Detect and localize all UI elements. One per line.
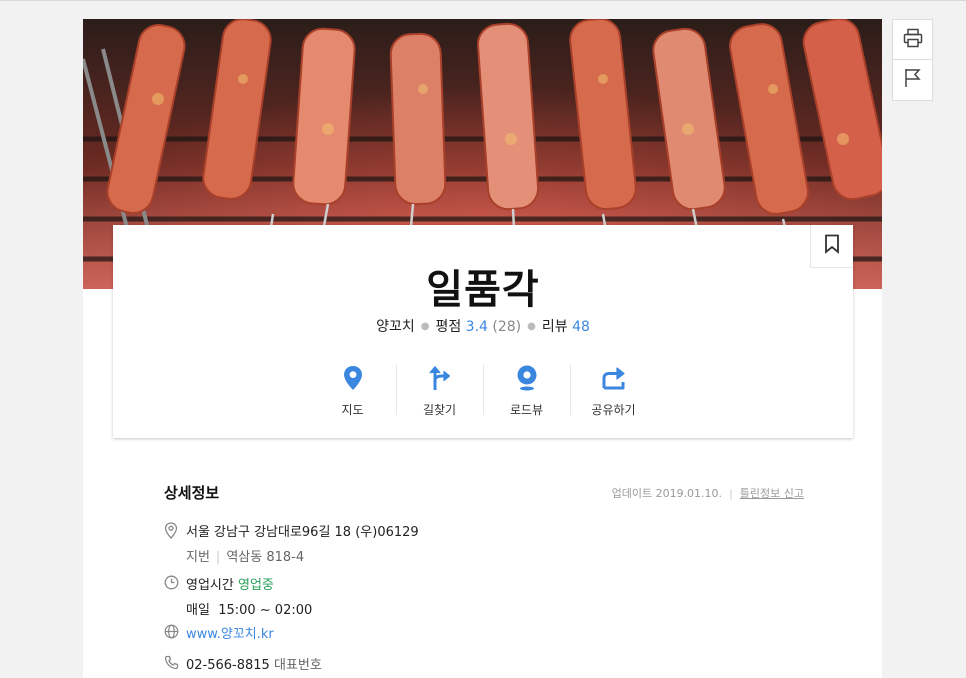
- detail-title: 상세정보: [164, 484, 220, 502]
- print-button[interactable]: [892, 19, 933, 60]
- rating-value[interactable]: 3.4: [466, 319, 488, 335]
- action-bar: 지도 길찾기 로드뷰 공유하기: [113, 363, 853, 419]
- jibun-label: 지번: [186, 550, 210, 565]
- share-label: 공유하기: [591, 403, 636, 417]
- jibun-separator: |: [215, 550, 221, 565]
- clock-icon: [164, 574, 186, 618]
- meta-dot: ●: [420, 321, 430, 332]
- printer-icon: [902, 27, 924, 53]
- location-icon: [164, 521, 186, 565]
- directions-label: 길찾기: [422, 403, 457, 417]
- place-summary-card: 일품각 양꼬치 ● 평점 3.4 (28) ● 리뷰 48 지도 길찾기 로드뷰…: [113, 225, 853, 438]
- phone-number[interactable]: 02-566-8815: [186, 658, 270, 673]
- review-count[interactable]: 48: [572, 319, 590, 335]
- side-tools: [892, 19, 934, 101]
- roadview-button[interactable]: 로드뷰: [483, 363, 570, 419]
- report-wrong-info-link[interactable]: 틀린정보 신고: [740, 487, 804, 500]
- bookmark-icon: [824, 234, 840, 258]
- website-row: www.양꼬치.kr: [164, 623, 274, 642]
- window-top-border: [0, 0, 966, 1]
- update-separator: |: [729, 487, 733, 500]
- report-flag-button[interactable]: [892, 60, 933, 101]
- detail-section: 상세정보 업데이트 2019.01.10. | 틀린정보 신고 서울 강남구 강남대…: [164, 480, 804, 673]
- map-label: 지도: [341, 403, 364, 417]
- rating-count: (28): [492, 319, 522, 335]
- open-status: 영업중: [237, 578, 274, 593]
- flag-icon: [902, 67, 924, 93]
- hours-header: 영업시간 영업중: [186, 574, 312, 593]
- rating-label: 평점: [435, 319, 462, 335]
- address-text: 서울 강남구 강남대로96길 18 (우)06129: [186, 525, 419, 540]
- jibun-address: 지번 | 역삼동 818-4: [186, 546, 419, 565]
- place-category: 양꼬치: [376, 319, 415, 335]
- map-pin-icon: [343, 363, 363, 393]
- jibun-value: 역삼동 818-4: [226, 550, 305, 565]
- meta-dot: ●: [527, 321, 536, 332]
- hours-time: 15:00 ~ 02:00: [218, 603, 313, 618]
- place-name: 일품각: [426, 267, 540, 313]
- phone-type: 대표번호: [273, 658, 322, 673]
- roadview-label: 로드뷰: [509, 403, 544, 417]
- update-info: 업데이트 2019.01.10. | 틀린정보 신고: [612, 485, 804, 501]
- hours-schedule: 매일 15:00 ~ 02:00: [186, 599, 312, 618]
- hours-days: 매일: [186, 603, 210, 618]
- place-meta: 양꼬치 ● 평점 3.4 (28) ● 리뷰 48: [113, 316, 853, 336]
- review-label: 리뷰: [541, 319, 568, 335]
- phone-row: 02-566-8815 대표번호: [164, 654, 322, 673]
- hours-label: 영업시간: [186, 578, 234, 593]
- directions-button[interactable]: 길찾기: [396, 363, 483, 419]
- address-row: 서울 강남구 강남대로96길 18 (우)06129 지번 | 역삼동 818-4: [164, 521, 419, 565]
- globe-icon: [164, 623, 186, 642]
- share-icon: [601, 363, 627, 393]
- update-date: 업데이트 2019.01.10.: [611, 487, 723, 500]
- share-button[interactable]: 공유하기: [570, 363, 657, 419]
- phone-icon: [164, 654, 186, 673]
- roadview-icon: [516, 363, 538, 393]
- detail-header: 상세정보 업데이트 2019.01.10. | 틀린정보 신고: [164, 480, 804, 504]
- map-button[interactable]: 지도: [309, 363, 396, 419]
- website-link[interactable]: www.양꼬치.kr: [186, 623, 274, 642]
- hours-row: 영업시간 영업중 매일 15:00 ~ 02:00: [164, 574, 312, 618]
- directions-icon: [428, 363, 452, 393]
